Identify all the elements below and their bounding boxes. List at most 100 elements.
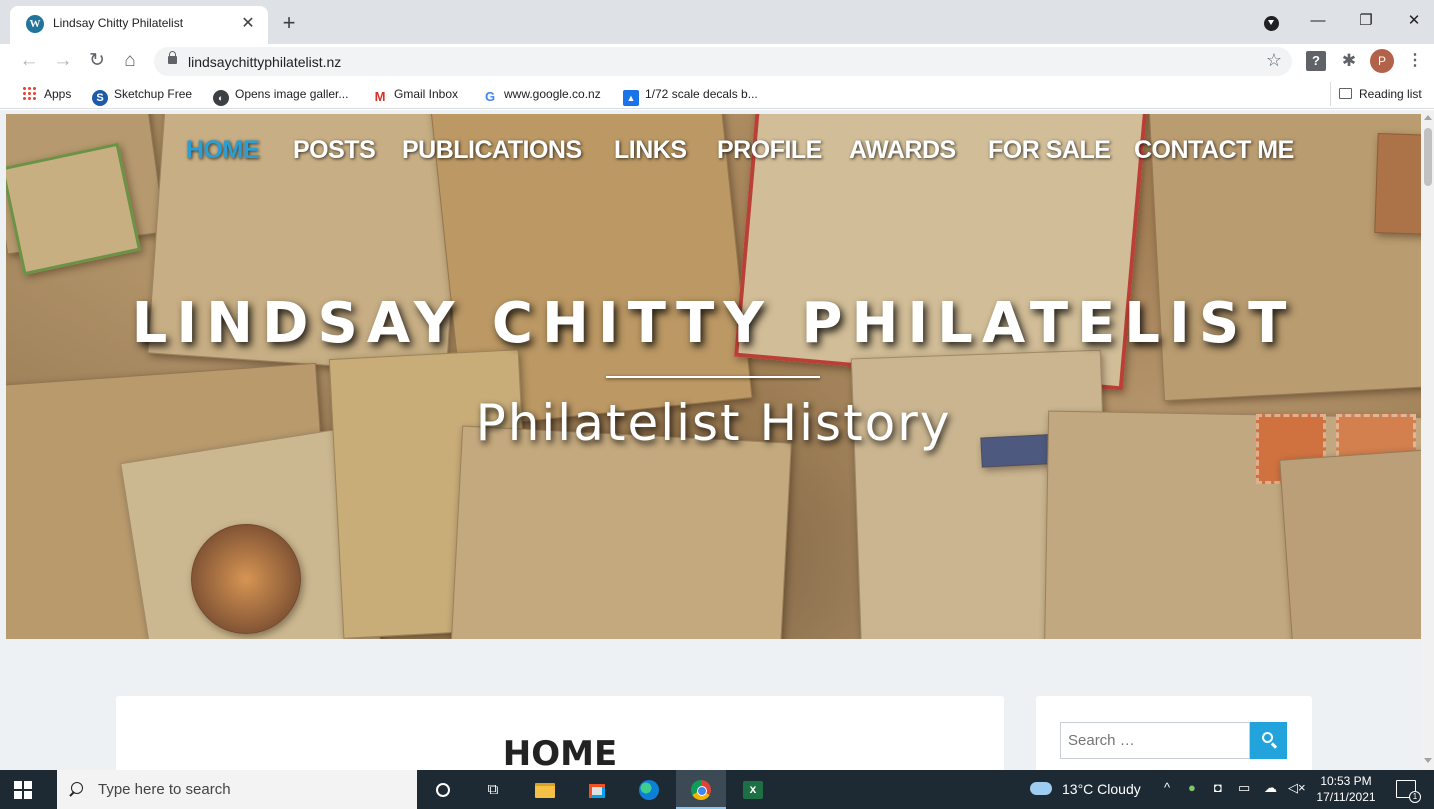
search-icon-handle [69,791,75,797]
system-tray-app-icon[interactable]: ● [1188,780,1196,795]
decals-icon: ▲ [623,90,639,106]
battery-icon[interactable]: ▭ [1238,780,1250,796]
bookmark-label: Gmail Inbox [394,87,459,101]
start-tile [24,791,32,799]
bookmark-gmail[interactable]: M Gmail Inbox [372,85,459,104]
reading-list-label: Reading list [1359,87,1422,101]
menu-item-posts[interactable]: POSTS [293,136,376,165]
volume-muted-icon[interactable]: ◁× [1288,780,1306,796]
wordpress-icon: W [26,15,44,33]
tab-search-icon[interactable] [1264,16,1279,31]
bookmark-sketchup[interactable]: S Sketchup Free [92,85,193,106]
onedrive-icon[interactable]: ☁ [1264,780,1277,796]
minimize-icon[interactable]: — [1300,6,1336,36]
search-icon [1262,732,1273,743]
bookmark-google[interactable]: Gwww.google.co.nz [482,85,601,104]
scroll-up-icon[interactable] [1424,115,1432,120]
search-button[interactable] [1250,722,1287,759]
main-menu: HOME POSTS PUBLICATIONS LINKS PROFILE AW… [6,136,1421,176]
browser-tab[interactable]: W Lindsay Chitty Philatelist ✕ [10,6,268,44]
search-input[interactable] [1060,722,1250,759]
sketchup-icon: S [92,90,108,106]
menu-item-home[interactable]: HOME [186,136,260,165]
bookmark-label: Sketchup Free [114,87,193,101]
scroll-down-icon[interactable] [1424,758,1432,763]
title-divider [606,376,820,378]
apps-grid-icon [22,86,36,100]
back-button[interactable]: ← [16,48,42,74]
show-hidden-icons[interactable]: ^ [1164,780,1170,795]
taskbar-search-box[interactable]: Type here to search [57,770,417,809]
sidebar-search-widget [1036,696,1312,770]
taskbar-clock[interactable]: 10:53 PM 17/11/2021 [1316,773,1376,805]
bookmarks-bar: Apps S Sketchup Free ◐ Opens image galler.… [0,79,1434,109]
page-viewport: HOME POSTS PUBLICATIONS LINKS PROFILE AW… [0,110,1434,770]
url-text: lindsaychittyphilatelist.nz [188,54,342,70]
weather-widget[interactable]: 13°C Cloudy [1030,781,1141,797]
clock-time: 10:53 PM [1320,774,1372,788]
browser-toolbar: ← → ↻ ⌂ lindsaychittyphilatelist.nz ☆ ? … [0,44,1434,79]
menu-item-profile[interactable]: PROFILE [717,136,822,165]
menu-item-publications[interactable]: PUBLICATIONS [402,136,582,165]
close-tab-icon[interactable]: ✕ [238,13,258,33]
excel-icon[interactable] [740,777,766,803]
bookmark-gallery[interactable]: ◐ Opens image galler... [213,85,349,106]
search-icon-handle [1271,742,1278,749]
reload-button[interactable]: ↻ [84,48,110,74]
bookmark-label: www.google.co.nz [504,87,601,101]
microsoft-store-icon[interactable] [584,777,610,803]
scroll-thumb[interactable] [1424,128,1432,186]
clock-date: 17/11/2021 [1316,790,1376,804]
notification-count: 1 [1409,791,1421,803]
restore-icon[interactable]: ❐ [1348,6,1384,36]
new-tab-button[interactable]: + [278,10,300,36]
menu-item-contact-me[interactable]: CONTACT ME [1134,136,1294,165]
bookmark-decals[interactable]: ▲ 1/72 scale decals b... [623,85,758,106]
bookmark-label: Opens image galler... [235,87,349,101]
gmail-icon: M [374,89,386,104]
task-view-icon[interactable]: ⧉ [480,777,506,803]
start-tile [14,791,22,799]
cloud-icon [1030,782,1052,795]
windows-taskbar: Type here to search ⧉ 13°C Cloudy ^ ● ◘ … [0,770,1434,809]
bookmark-label: 1/72 scale decals b... [645,87,758,101]
menu-item-for-sale[interactable]: FOR SALE [988,136,1111,165]
bookmark-star-icon[interactable]: ☆ [1266,50,1282,71]
bookmark-label: Apps [44,87,72,101]
home-button[interactable]: ⌂ [117,48,143,74]
menu-kebab-icon[interactable]: ⋮ [1407,50,1423,72]
reading-list-icon [1339,88,1352,99]
close-window-icon[interactable]: ✕ [1396,6,1432,36]
lock-icon [168,51,177,64]
site-tagline: Philatelist History [475,394,952,452]
reading-list-button[interactable]: Reading list [1330,82,1430,106]
forward-button[interactable]: → [50,48,76,74]
main-content: HOME [116,696,1004,770]
address-bar[interactable]: lindsaychittyphilatelist.nz ☆ [154,47,1292,76]
start-tile [24,781,32,789]
page-scrollbar[interactable] [1422,110,1434,770]
tab-title: Lindsay Chitty Philatelist [53,16,184,30]
profile-avatar[interactable]: P [1370,49,1394,73]
page-title: HOME [502,734,618,770]
google-icon: G [484,89,496,104]
windows-start-icon[interactable] [14,781,32,799]
extensions-icon[interactable]: ✱ [1339,51,1359,71]
help-extension-icon[interactable]: ? [1306,51,1326,71]
gallery-icon: ◐ [213,90,229,106]
weather-text: 13°C Cloudy [1062,781,1141,797]
start-tile [14,781,22,789]
cortana-icon[interactable] [430,777,456,803]
file-explorer-icon[interactable] [532,777,558,803]
menu-item-awards[interactable]: AWARDS [849,136,956,165]
bookmark-apps[interactable]: Apps [22,85,71,103]
chrome-icon[interactable] [688,777,714,803]
tab-strip: W Lindsay Chitty Philatelist ✕ + — ❐ ✕ [0,0,1434,44]
menu-item-links[interactable]: LINKS [614,136,687,165]
edge-icon[interactable] [636,777,662,803]
site-title[interactable]: LINDSAY CHITTY PHILATELIST [6,291,1421,356]
meet-now-icon[interactable]: ◘ [1214,780,1222,795]
action-center-icon[interactable]: 1 [1396,780,1421,803]
taskbar-search-placeholder: Type here to search [98,781,231,798]
header-banner: HOME POSTS PUBLICATIONS LINKS PROFILE AW… [6,114,1421,639]
